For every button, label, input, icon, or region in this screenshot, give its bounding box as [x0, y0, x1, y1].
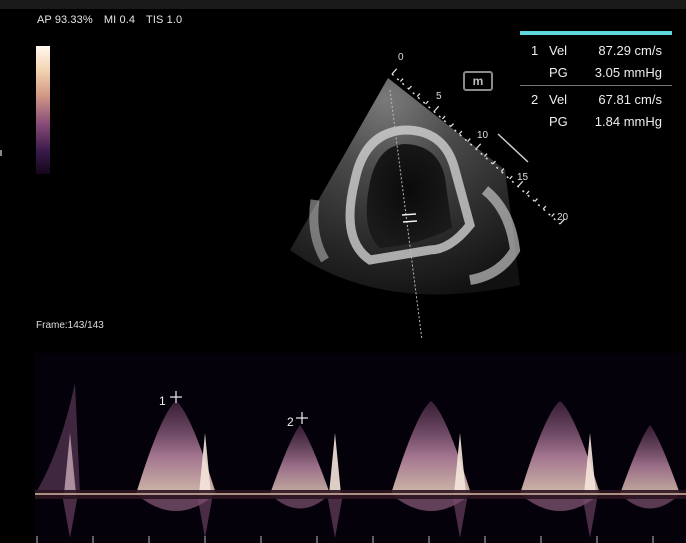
depth-tick: [399, 78, 404, 82]
cursor-2-label: 2: [287, 415, 294, 429]
sample-gate-top: [401, 213, 417, 216]
frame-counter: Frame:143/143: [36, 320, 104, 331]
depth-tick: [433, 105, 440, 112]
measurement-1-vel: 1 Vel 87.29 cm/s: [531, 43, 662, 58]
depth-tick: [467, 138, 471, 142]
depth-tick: [425, 100, 429, 105]
depth-label-10: 10: [477, 130, 489, 141]
depth-tick: [475, 143, 482, 150]
measurement-2-vel: 2 Vel 67.81 cm/s: [531, 92, 662, 107]
measurement-1-pg: PG 3.05 mmHg: [549, 65, 662, 80]
depth-tick: [509, 175, 513, 180]
depth-tick: [525, 190, 530, 195]
spectral-doppler-trace: [35, 353, 686, 543]
depth-tick: [450, 123, 454, 127]
depth-tick: [458, 130, 463, 135]
depth-label-0: 0: [398, 52, 404, 63]
thermal-index: TIS 1.0: [146, 14, 183, 26]
measurement-panel: 1 Vel 87.29 cm/s PG 3.05 mmHg 2 Vel 67.8…: [520, 31, 672, 147]
gray-map-colorbar: [36, 46, 50, 174]
top-bar: [0, 0, 686, 9]
depth-label-15: 15: [517, 172, 529, 183]
depth-label-5: 5: [436, 91, 442, 102]
depth-tick: [441, 115, 446, 120]
mechanical-index: MI 0.4: [103, 14, 136, 26]
acquisition-header: AP 93.33% MI 0.4 TIS 1.0: [37, 14, 190, 26]
measurement-2-pg: PG 1.84 mmHg: [549, 114, 662, 129]
depth-tick: [542, 205, 547, 210]
m-mode-badge[interactable]: m: [463, 71, 493, 91]
cursor-1-label: 1: [159, 394, 166, 408]
depth-tick: [551, 213, 555, 217]
acoustic-power: AP 93.33%: [37, 14, 93, 26]
depth-label-20: 20: [557, 212, 569, 223]
edge-marker: [0, 150, 2, 156]
panel-separator: [520, 85, 672, 86]
depth-tick: [416, 93, 421, 97]
sample-gate-bottom: [402, 220, 418, 223]
depth-tick: [534, 198, 538, 202]
depth-tick: [408, 85, 412, 90]
depth-tick: [391, 68, 398, 75]
